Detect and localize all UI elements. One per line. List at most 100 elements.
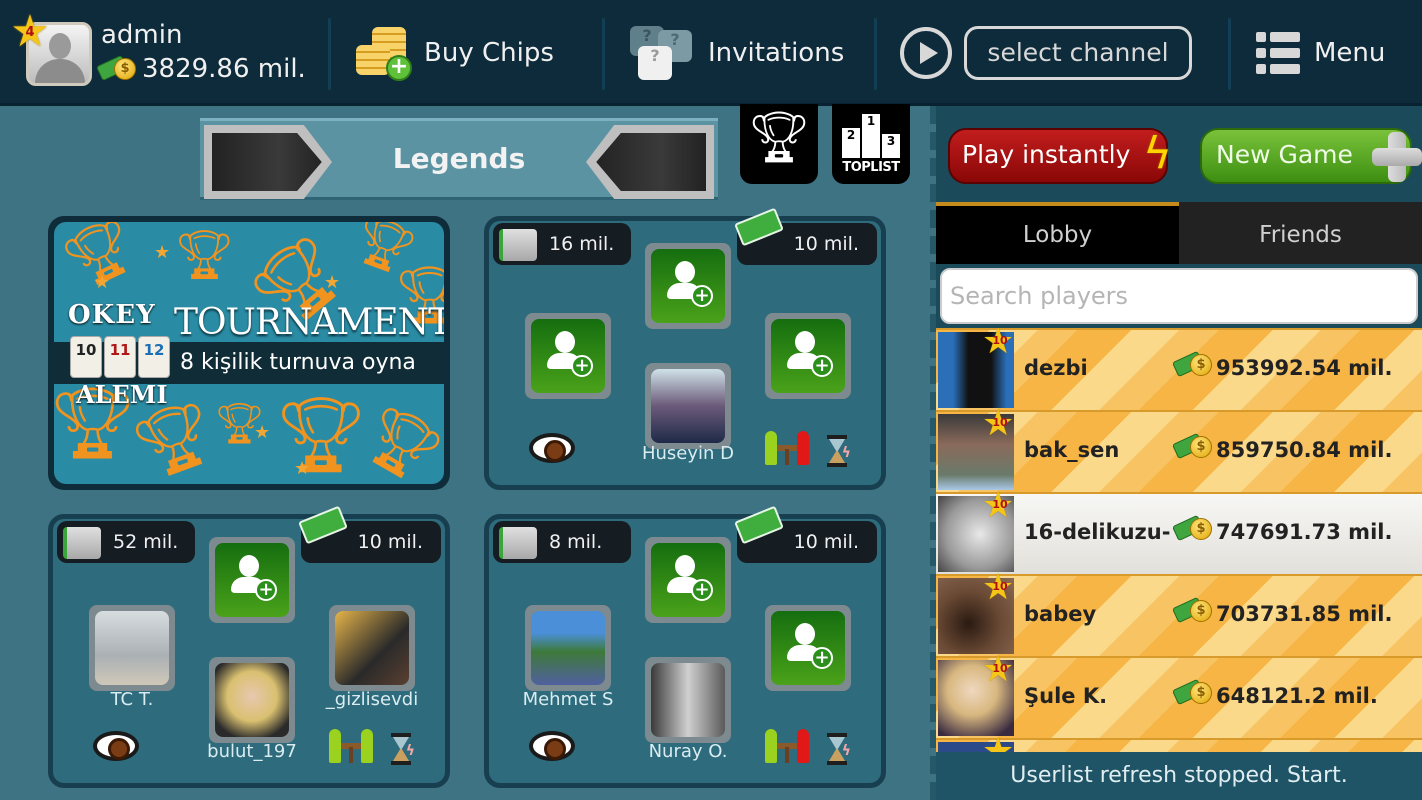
list-item[interactable]: ★ 10 babey $ 703731.85 mil. (936, 570, 1422, 656)
add-player-icon: + (691, 579, 713, 601)
chips-icon: + (354, 25, 412, 81)
game-table[interactable]: 8 mil. 10 mil. + Mehmet S + Nuray O. ϟ (484, 505, 886, 788)
star-icon: ★ (254, 422, 271, 443)
empty-seat-join-button[interactable]: + (209, 537, 295, 623)
player-name: 16-delikuzu- (1024, 520, 1171, 544)
player-seat[interactable] (209, 657, 295, 743)
player-chips: 747691.73 mil. (1216, 520, 1393, 544)
player-seat[interactable] (329, 605, 415, 691)
chip-stack (356, 45, 390, 75)
divider (328, 18, 331, 90)
new-game-button[interactable]: New Game (1200, 128, 1422, 184)
tile: 11 (104, 336, 136, 378)
hourglass-icon: ϟ (825, 733, 851, 765)
empty-seat-join-button[interactable]: + (525, 313, 611, 399)
user-profile[interactable]: ★ 4 admin $ 3829.86 mil. (8, 10, 318, 96)
bubble: ? (638, 46, 672, 80)
divider (602, 18, 605, 90)
menu-icon (1256, 32, 1300, 74)
player-level: 10 (992, 334, 1008, 347)
invitations-icon: ? ? ? (628, 24, 694, 82)
menu-button[interactable]: Menu (1256, 10, 1385, 96)
list-item[interactable]: ★ (936, 734, 1422, 752)
safe-icon (63, 527, 101, 559)
player-level: 10 (992, 498, 1008, 511)
add-player-icon: + (811, 355, 833, 377)
player-seat[interactable] (525, 605, 611, 691)
toplist-button[interactable]: 2 1 3 TOPLIST (832, 104, 910, 184)
money-icon: $ (1171, 350, 1214, 382)
podium-1: 1 (862, 114, 880, 158)
pot-amount: 8 mil. (549, 531, 603, 553)
okey-alemi-logo: OKEY 10 11 12 ALEMI (64, 300, 174, 410)
plus-icon (1372, 132, 1422, 182)
game-table[interactable]: 52 mil. 10 mil. + TC T. _gizlisevdi bulu… (48, 505, 450, 788)
podium-icon: 2 1 3 (842, 114, 900, 158)
avatar-head (49, 33, 71, 59)
search-players-input[interactable] (940, 268, 1418, 324)
trophy-icon: 🏆︎ (174, 227, 235, 283)
invitations-label: Invitations (708, 38, 845, 68)
player-name: Şule K. (1024, 684, 1108, 708)
userlist-refresh-status[interactable]: Userlist refresh stopped. Start. (936, 752, 1422, 800)
player-seat[interactable] (645, 363, 731, 449)
table-pot: 52 mil. (57, 521, 195, 563)
money-icon: $ (1171, 596, 1214, 628)
table-pot: 8 mil. (493, 521, 631, 563)
star-icon: ★ (94, 272, 111, 293)
bet-amount: 10 mil. (793, 531, 859, 553)
add-player-icon: + (255, 579, 277, 601)
game-table[interactable]: 16 mil. 10 mil. + + + Huseyin D ϟ (484, 207, 886, 490)
play-icon[interactable] (900, 27, 952, 79)
empty-seat-join-button[interactable]: + (645, 243, 731, 329)
list-item[interactable]: ★ 10 bak_sen $ 859750.84 mil. (936, 406, 1422, 492)
tournaments-button[interactable]: 🏆︎ (740, 104, 818, 184)
lobby-sidebar: Play instantly ϟ New Game Lobby Friends … (936, 106, 1422, 800)
list-item[interactable]: ★ 10 dezbi $ 953992.54 mil. (936, 328, 1422, 410)
user-balance: 3829.86 mil. (142, 54, 306, 84)
money-icon: $ (1171, 514, 1214, 546)
safe-icon (499, 229, 537, 261)
spectate-eye-icon[interactable] (529, 731, 575, 761)
seat-player-name: TC T. (110, 689, 154, 710)
pot-amount: 52 mil. (113, 531, 179, 553)
tournament-subtitle: 8 kişilik turnuva oyna (180, 350, 416, 375)
buy-chips-button[interactable]: + Buy Chips (354, 10, 554, 96)
username: admin (101, 20, 183, 50)
tab-friends[interactable]: Friends (1179, 202, 1422, 264)
logo-top-text: OKEY (68, 300, 156, 330)
menu-line (1256, 48, 1300, 58)
player-seat[interactable] (645, 657, 731, 743)
player-seat[interactable] (89, 605, 175, 691)
tab-lobby[interactable]: Lobby (936, 202, 1179, 264)
spectate-eye-icon[interactable] (529, 433, 575, 463)
player-chips: 648121.2 mil. (1216, 684, 1378, 708)
podium-3: 3 (882, 134, 900, 158)
money-icon: $ (95, 54, 142, 84)
safe-icon (499, 527, 537, 559)
tournament-card[interactable]: 🏆︎ 🏆︎ 🏆︎ 🏆︎ 🏆︎ 🏆︎ 🏆︎ 🏆︎ 🏆︎ 🏆︎ ★ ★ ★ ★ ★ … (48, 216, 450, 490)
empty-seat-join-button[interactable]: + (645, 537, 731, 623)
seat-player-name: bulut_197 (207, 741, 297, 762)
empty-seat-join-button[interactable]: + (765, 313, 851, 399)
select-channel-dropdown[interactable]: select channel (964, 26, 1192, 80)
divider (1228, 18, 1231, 90)
player-level: 10 (992, 662, 1008, 675)
hourglass-icon: ϟ (825, 435, 851, 467)
player-name: dezbi (1024, 356, 1088, 380)
avatar-body (35, 59, 85, 83)
menu-line (1256, 32, 1300, 42)
divider (874, 18, 877, 90)
spectate-eye-icon[interactable] (93, 731, 139, 761)
player-name: bak_sen (1024, 438, 1120, 462)
player-chips: 859750.84 mil. (1216, 438, 1393, 462)
balance-row: $ 3829.86 mil. (95, 54, 306, 84)
list-item[interactable]: ★ 10 16-delikuzu- $ 747691.73 mil. (936, 488, 1422, 574)
table-meet-icon (765, 729, 809, 765)
play-instantly-button[interactable]: Play instantly ϟ (948, 128, 1172, 184)
list-item[interactable]: ★ 10 Şule K. $ 648121.2 mil. (936, 652, 1422, 738)
invitations-button[interactable]: ? ? ? Invitations (628, 10, 844, 96)
player-list[interactable]: ★ 10 dezbi $ 953992.54 mil. ★ 10 bak_sen… (936, 328, 1422, 752)
player-chips: 953992.54 mil. (1216, 356, 1393, 380)
empty-seat-join-button[interactable]: + (765, 605, 851, 691)
